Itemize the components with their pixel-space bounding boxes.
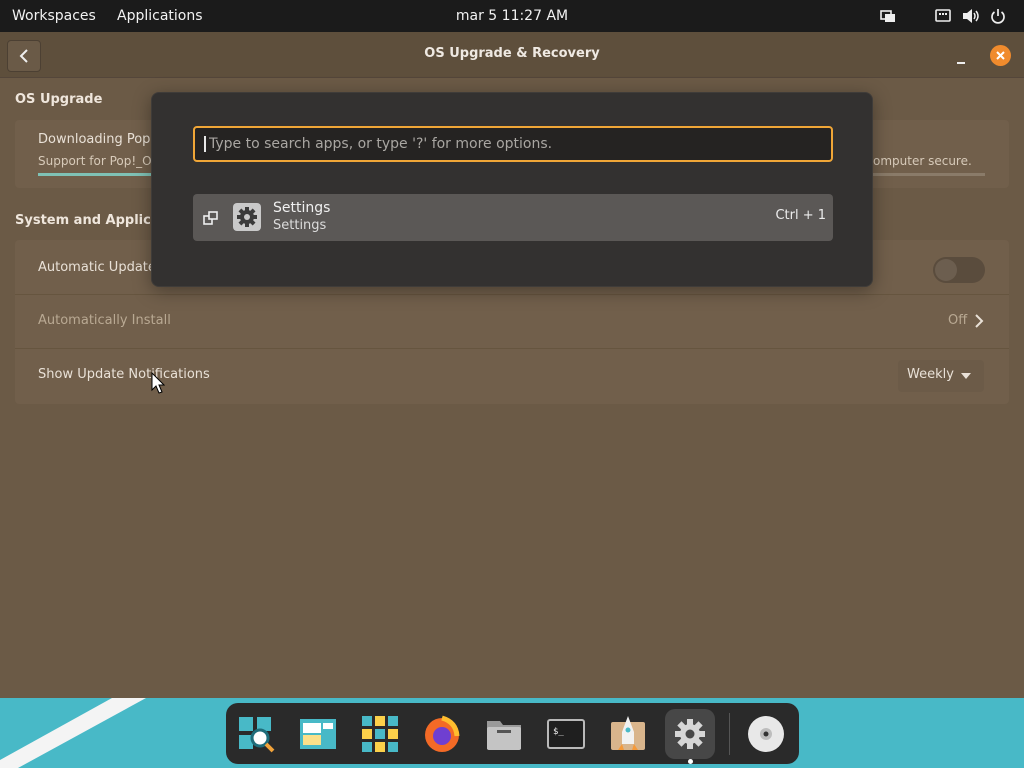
launcher-result-settings[interactable]: Settings Settings Ctrl + 1 [193,194,833,241]
svg-text:$_: $_ [553,727,564,737]
disc-icon[interactable] [741,709,791,759]
automatic-updates-toggle[interactable] [933,257,985,283]
app-grid-icon[interactable] [355,709,405,759]
back-button[interactable] [7,40,41,72]
download-subtitle-right: omputer secure. [873,154,972,168]
open-window-icon [203,211,218,225]
result-app-description: Settings [273,218,327,233]
caret-down-icon [961,373,971,379]
settings-app-icon [233,203,261,231]
clock-button[interactable]: mar 5 11:27 AM [456,8,568,24]
pop-shop-icon[interactable] [603,709,653,759]
window-switch-icon[interactable] [880,8,896,24]
files-icon[interactable] [479,709,529,759]
window-header: OS Upgrade & Recovery [0,32,1024,78]
download-progress-bar [38,173,158,176]
network-icon[interactable] [935,8,951,24]
show-notifications-label: Show Update Notifications [38,367,210,382]
power-icon[interactable] [990,8,1006,24]
launcher-search-field[interactable] [193,126,833,162]
applications-button[interactable]: Applications [113,0,207,32]
automatically-install-value[interactable]: Off [948,313,967,328]
close-icon [996,51,1005,60]
terminal-icon[interactable]: $_ [541,709,591,759]
minimize-icon [957,62,965,64]
download-title: Downloading Pop!_ [38,132,163,147]
launcher-dialog: Settings Settings Ctrl + 1 [151,92,873,287]
row-divider [15,348,1009,349]
row-divider [15,294,1009,295]
chevron-right-icon[interactable] [973,313,985,333]
toggle-knob [935,259,957,281]
dock: $_ [226,703,799,764]
workspaces-button[interactable]: Workspaces [8,0,100,32]
volume-icon[interactable] [962,8,979,24]
active-app-indicator [688,759,693,764]
settings-icon[interactable] [665,709,715,759]
os-upgrade-heading: OS Upgrade [15,92,103,107]
notifications-frequency-value: Weekly [907,367,954,382]
close-button[interactable] [990,45,1011,66]
download-subtitle: Support for Pop!_OS [38,154,160,168]
text-caret [204,136,206,152]
automatically-install-label: Automatically Install [38,313,171,328]
chevron-left-icon [19,49,28,63]
minimize-button[interactable] [952,52,970,64]
automatic-updates-label: Automatic Updates [38,260,163,275]
firefox-icon[interactable] [417,709,467,759]
launcher-icon[interactable] [231,709,281,759]
download-progress-track [873,173,985,176]
result-app-name: Settings [273,200,331,216]
window-title: OS Upgrade & Recovery [424,46,600,61]
result-shortcut: Ctrl + 1 [775,208,826,223]
workspaces-icon[interactable] [293,709,343,759]
notifications-frequency-select[interactable]: Weekly [898,360,984,392]
launcher-search-input[interactable] [209,128,819,160]
mouse-cursor [151,371,166,394]
top-bar: Workspaces Applications mar 5 11:27 AM [0,0,1024,32]
dock-separator [729,713,730,755]
